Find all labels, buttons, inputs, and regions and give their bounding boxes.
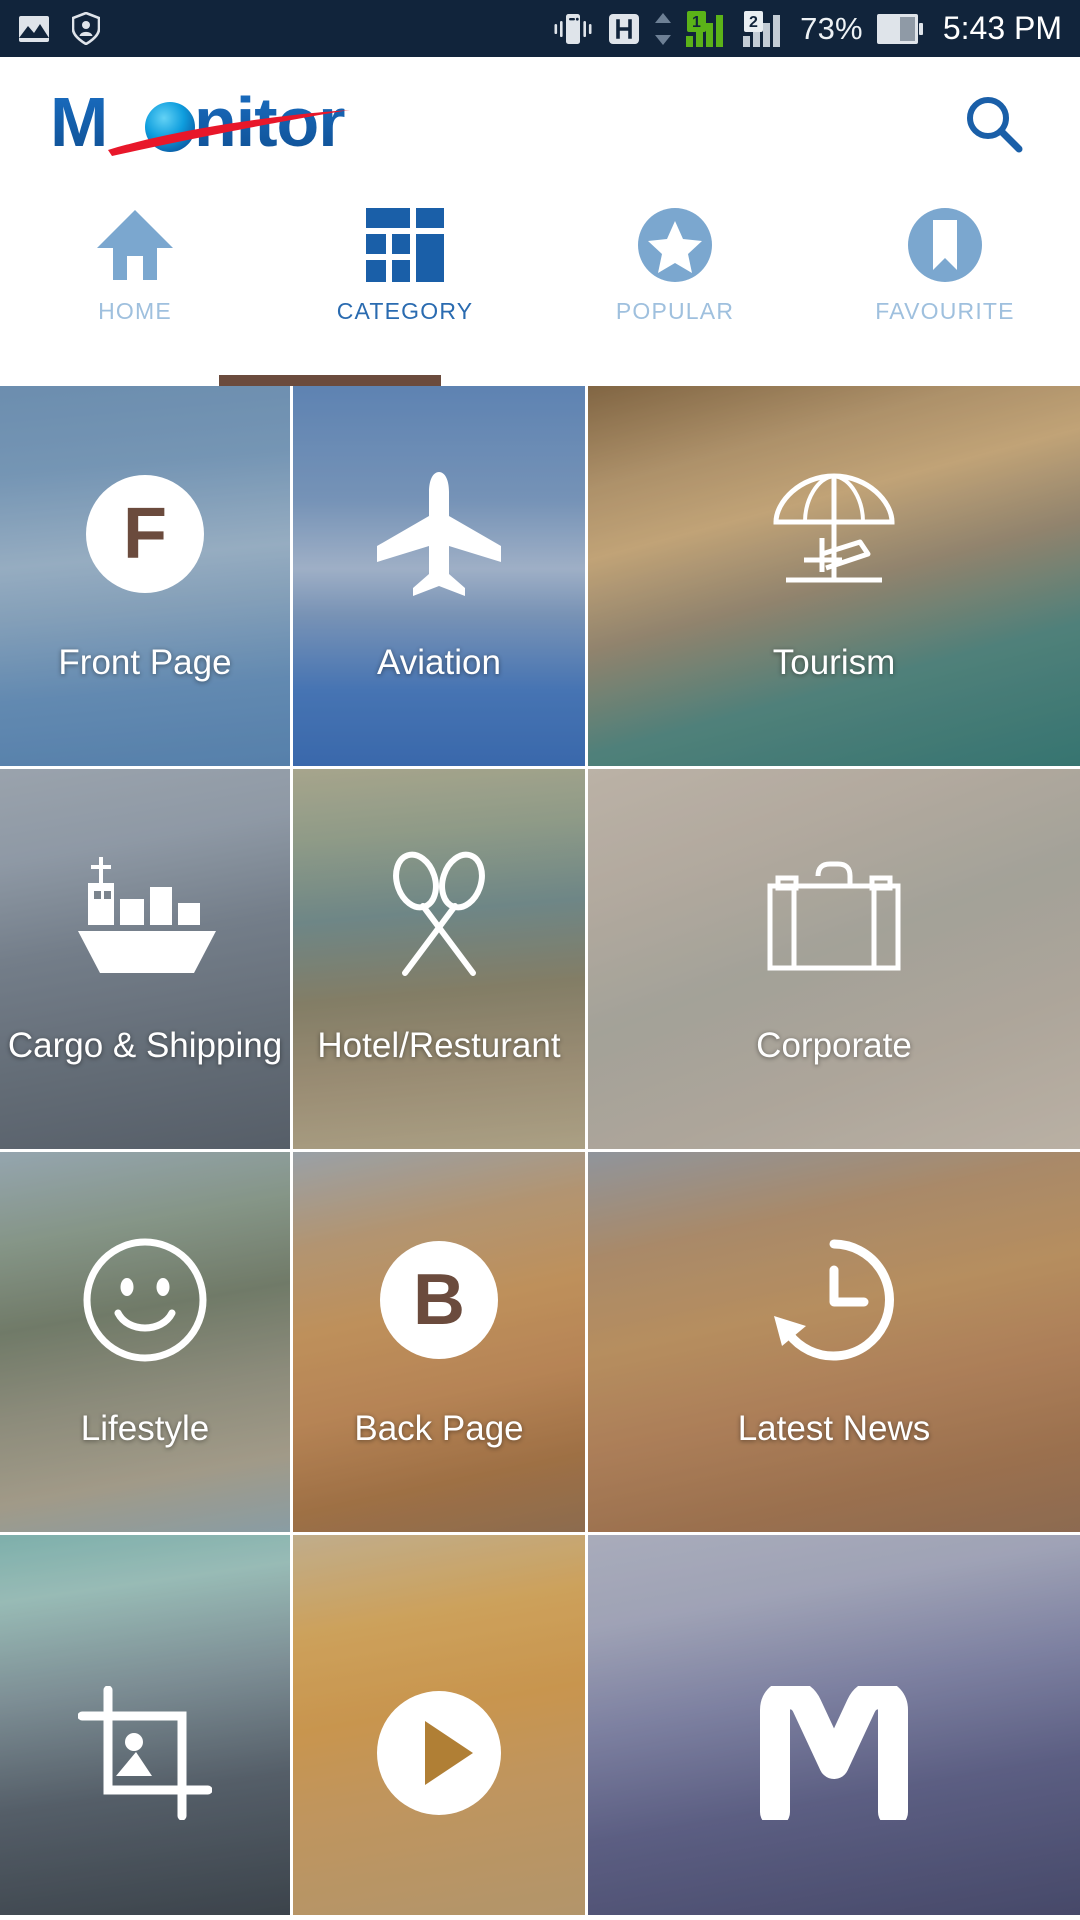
hspa-network-icon bbox=[609, 13, 640, 44]
tile-cargo-shipping-label: Cargo & Shipping bbox=[7, 1026, 283, 1065]
smiley-face-icon bbox=[80, 1235, 210, 1365]
home-icon bbox=[95, 206, 175, 284]
tile-lifestyle-label: Lifestyle bbox=[80, 1409, 210, 1448]
sim1-signal-icon: 1 bbox=[686, 10, 724, 47]
tab-favourite[interactable]: FAVOURITE bbox=[810, 190, 1080, 386]
vibrate-icon bbox=[554, 13, 592, 44]
tile-monitor-brand[interactable] bbox=[588, 1535, 1080, 1918]
tile-front-page-label: Front Page bbox=[58, 643, 232, 682]
cargo-ship-icon bbox=[66, 852, 224, 982]
letter-b-circle-icon: B bbox=[380, 1235, 498, 1365]
tab-category-label: CATEGORY bbox=[336, 298, 474, 324]
tile-tourism-label: Tourism bbox=[772, 643, 896, 682]
tile-back-page[interactable]: B Back Page bbox=[293, 1152, 588, 1535]
gallery-image-icon bbox=[19, 15, 49, 42]
briefcase-icon bbox=[764, 852, 904, 982]
status-bar-left-icons bbox=[18, 12, 100, 45]
status-bar-right-icons: 1 2 73% 5:43 PM bbox=[551, 10, 1062, 47]
tile-latest-news-label: Latest News bbox=[737, 1409, 931, 1448]
tile-corporate-label: Corporate bbox=[756, 1026, 912, 1065]
tile-back-page-label: Back Page bbox=[354, 1409, 524, 1448]
svg-text:M: M bbox=[50, 84, 107, 161]
tile-lifestyle[interactable]: Lifestyle bbox=[0, 1152, 293, 1535]
bookmark-circle-icon bbox=[906, 206, 984, 284]
tile-tourism[interactable]: Tourism bbox=[588, 386, 1080, 769]
status-bar: 1 2 73% 5:43 PM bbox=[0, 0, 1080, 57]
sim2-signal-icon: 2 bbox=[743, 10, 781, 47]
svg-text:1: 1 bbox=[692, 14, 701, 31]
svg-text:2: 2 bbox=[749, 14, 758, 31]
tab-favourite-label: FAVOURITE bbox=[875, 298, 1015, 324]
category-grid: F Front Page Aviation Tourism Cargo & Sh… bbox=[0, 386, 1080, 1918]
status-bar-clock: 5:43 PM bbox=[942, 10, 1062, 46]
tile-hotel-restaurant[interactable]: Hotel/Resturant bbox=[293, 769, 588, 1152]
tile-corporate[interactable]: Corporate bbox=[588, 769, 1080, 1152]
tab-bar: HOME CATEGORY POPULAR FAVOURITE bbox=[0, 190, 1080, 386]
search-icon bbox=[967, 96, 1023, 152]
tile-latest-news[interactable]: Latest News bbox=[588, 1152, 1080, 1535]
tab-home-label: HOME bbox=[98, 298, 172, 324]
tile-video[interactable] bbox=[293, 1535, 588, 1918]
crossed-spoons-icon bbox=[371, 851, 507, 982]
tab-popular-label: POPULAR bbox=[615, 298, 735, 324]
tile-aviation-label: Aviation bbox=[377, 643, 501, 682]
search-button[interactable] bbox=[952, 82, 1036, 166]
tab-category[interactable]: CATEGORY bbox=[270, 190, 540, 386]
shield-person-icon bbox=[72, 12, 100, 45]
tile-front-page[interactable]: F Front Page bbox=[0, 386, 293, 769]
clock-refresh-icon bbox=[766, 1235, 902, 1365]
play-circle-icon bbox=[373, 1688, 505, 1818]
front-page-badge-letter: F bbox=[123, 494, 167, 574]
back-page-badge-letter: B bbox=[413, 1260, 465, 1340]
letter-f-circle-icon: F bbox=[86, 469, 204, 599]
tile-hotel-restaurant-label: Hotel/Resturant bbox=[317, 1026, 561, 1065]
tile-aviation[interactable]: Aviation bbox=[293, 386, 588, 769]
tile-photo-gallery[interactable] bbox=[0, 1535, 293, 1918]
letter-m-icon bbox=[759, 1686, 909, 1820]
airplane-icon bbox=[373, 469, 505, 599]
battery-percent-label: 73% bbox=[800, 10, 863, 46]
app-logo: M nitor bbox=[50, 84, 395, 164]
battery-icon bbox=[876, 13, 923, 44]
photo-crop-icon bbox=[78, 1686, 212, 1820]
data-transfer-arrows-icon bbox=[655, 12, 672, 45]
tile-cargo-shipping[interactable]: Cargo & Shipping bbox=[0, 769, 293, 1152]
beach-umbrella-icon bbox=[764, 469, 904, 599]
tab-popular[interactable]: POPULAR bbox=[540, 190, 810, 386]
tab-home[interactable]: HOME bbox=[0, 190, 270, 386]
star-circle-icon bbox=[636, 206, 714, 284]
grid-category-icon bbox=[366, 206, 444, 284]
active-tab-indicator bbox=[219, 375, 441, 386]
app-header: M nitor bbox=[0, 57, 1080, 190]
